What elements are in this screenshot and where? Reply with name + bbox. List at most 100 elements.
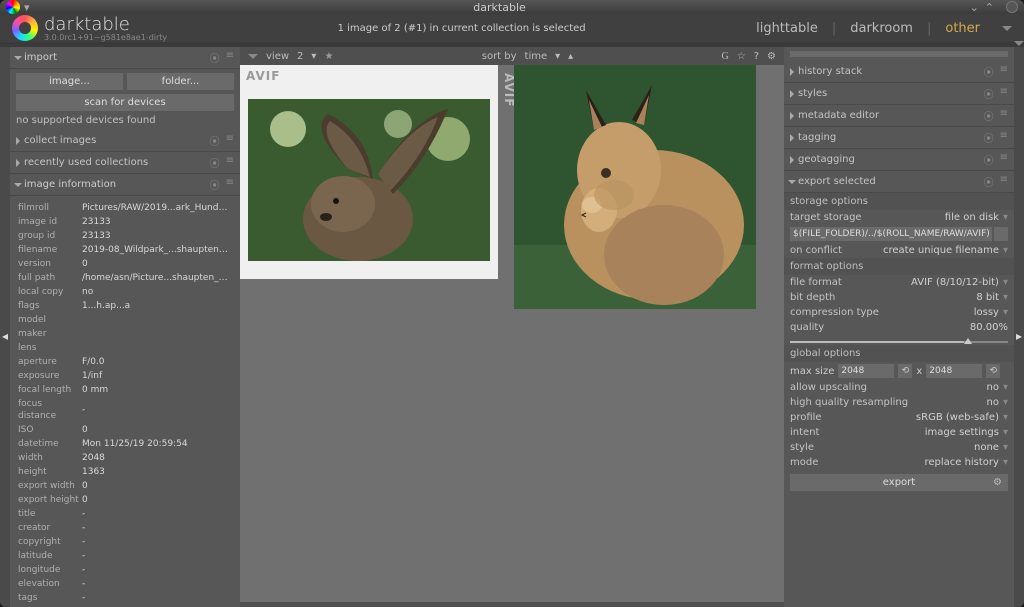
menu-icon[interactable]: ≡ [1000, 130, 1008, 145]
target-storage-row[interactable]: target storage file on disk ▾ [784, 210, 1014, 225]
style-row[interactable]: stylenone▾ [784, 440, 1014, 455]
dropdown-icon[interactable]: ▾ [555, 51, 560, 62]
info-key: elevation [18, 578, 80, 590]
section-history-stack[interactable]: history stack⦿≡ [784, 61, 1014, 83]
info-key: flags [18, 300, 80, 312]
menu-icon[interactable]: ≡ [1000, 174, 1008, 189]
menu-icon[interactable]: ≡ [1000, 64, 1008, 79]
section-export-selected[interactable]: export selected⦿≡ [784, 171, 1014, 193]
tab-lighttable[interactable]: lighttable [756, 21, 818, 36]
import-image-button[interactable]: image... [16, 73, 123, 90]
dropdown-icon: ▾ [1003, 245, 1008, 256]
file-format-row[interactable]: file format AVIF (8/10/12-bit) ▾ [784, 275, 1014, 290]
tab-dropdown-icon[interactable] [1002, 26, 1012, 31]
info-key: longitude [18, 564, 80, 576]
group-icon[interactable]: G [722, 51, 729, 62]
left-edge[interactable]: ◂ [0, 47, 10, 607]
info-val: 23133 [82, 216, 232, 228]
tab-other[interactable]: other [945, 21, 980, 36]
scan-devices-button[interactable]: scan for devices [16, 94, 234, 111]
menu-icon[interactable]: ≡ [1000, 108, 1008, 123]
export-button[interactable]: export ⚙ [790, 474, 1008, 491]
section-geotagging[interactable]: geotagging⦿≡ [784, 149, 1014, 171]
help-icon[interactable]: ? [754, 51, 759, 62]
view-value[interactable]: 2 [297, 51, 303, 62]
reset-icon[interactable]: ⦿ [984, 174, 994, 189]
section-import[interactable]: import ⦿≡ [10, 47, 240, 69]
info-key: title [18, 508, 80, 520]
caret-icon [790, 68, 794, 76]
bit-depth-row[interactable]: bit depth 8 bit ▾ [784, 290, 1014, 305]
info-val: /home/asn/Picture...shaupten_0001.avif [82, 272, 232, 284]
section-tagging[interactable]: tagging⦿≡ [784, 127, 1014, 149]
hq-resampling-row[interactable]: high quality resamplingno▾ [784, 395, 1014, 410]
tab-darkroom[interactable]: darkroom [850, 21, 913, 36]
close-icon[interactable] [1006, 1, 1018, 13]
quality-slider[interactable] [784, 335, 1014, 345]
menu-icon[interactable]: ≡ [226, 155, 234, 170]
section-collect[interactable]: collect images ⦿≡ [10, 130, 240, 152]
reset-icon[interactable]: ⦿ [984, 108, 994, 123]
import-folder-button[interactable]: folder... [127, 73, 234, 90]
sort-direction-icon[interactable]: ▴ [568, 51, 573, 62]
reset-icon[interactable]: ⦿ [210, 155, 220, 170]
profile-row[interactable]: profilesRGB (web-safe)▾ [784, 410, 1014, 425]
upscaling-row[interactable]: allow upscalingno▾ [784, 380, 1014, 395]
info-val: - [82, 578, 232, 590]
panel-collapse-top-icon[interactable] [1014, 41, 1024, 46]
storage-options-header: storage options [784, 193, 1014, 210]
gear-icon[interactable]: ⚙ [993, 477, 1002, 488]
section-recent[interactable]: recently used collections ⦿≡ [10, 152, 240, 174]
target-storage-value: file on disk [945, 212, 999, 223]
section-label: metadata editor [798, 110, 879, 121]
menu-icon[interactable]: ≡ [1000, 86, 1008, 101]
menu-icon[interactable]: ≡ [226, 177, 234, 192]
browse-button[interactable] [994, 227, 1008, 241]
dropdown-icon: ▾ [1003, 397, 1008, 408]
max-height-input[interactable] [926, 364, 982, 378]
section-image-info[interactable]: image information ⦿≡ [10, 174, 240, 196]
mode-row[interactable]: modereplace history▾ [784, 455, 1014, 470]
max-width-input[interactable] [838, 364, 894, 378]
quality-label: quality [790, 322, 824, 333]
conflict-row[interactable]: on conflict create unique filename ▾ [784, 243, 1014, 258]
menu-icon[interactable]: ≡ [226, 133, 234, 148]
menu-icon[interactable]: ≡ [226, 50, 234, 65]
section-metadata-editor[interactable]: metadata editor ⦿ ≡ [784, 105, 1014, 127]
minimize-icon[interactable]: ⌄ [970, 1, 979, 14]
reset-icon[interactable]: ⦿ [984, 86, 994, 101]
reset-icon[interactable]: ⦿ [984, 64, 994, 79]
thumbnail[interactable]: AVIF [498, 65, 756, 309]
gear-icon[interactable]: ⚙ [767, 51, 776, 62]
star-icon[interactable]: ☆ [737, 51, 746, 62]
right-panel: history stack⦿≡styles⦿≡metadata editor⦿≡… [784, 47, 1014, 607]
export-path-input[interactable] [790, 227, 992, 241]
sort-value[interactable]: time [525, 51, 548, 62]
right-edge[interactable]: ▸ [1014, 47, 1024, 607]
reset-icon[interactable]: ⦿ [210, 177, 220, 192]
compression-row[interactable]: compression type lossy ▾ [784, 305, 1014, 320]
reset-icon[interactable]: ⦿ [984, 130, 994, 145]
reset-icon[interactable]: ⦿ [210, 50, 220, 65]
caret-icon [14, 183, 22, 187]
thumbnail-grid[interactable]: AVIF [240, 65, 784, 602]
caret-icon [790, 112, 794, 120]
info-key: export height [18, 494, 80, 506]
reset-width-button[interactable]: ⟲ [898, 364, 912, 378]
info-row: datetimeMon 11/25/19 20:59:54 [18, 438, 232, 450]
maximize-icon[interactable]: ⌃ [985, 1, 994, 14]
info-key: version [18, 258, 80, 270]
section-styles[interactable]: styles⦿≡ [784, 83, 1014, 105]
dropdown-icon[interactable]: ▾ [311, 51, 316, 62]
collapse-icon[interactable] [248, 54, 258, 59]
style-label: style [790, 442, 814, 453]
reset-icon[interactable]: ⦿ [984, 152, 994, 167]
thumbnail[interactable]: AVIF [240, 65, 498, 279]
info-row: filmrollPictures/RAW/2019...ark_Hundshau… [18, 202, 232, 214]
star-icon[interactable]: ★ [324, 51, 333, 62]
menu-icon[interactable]: ≡ [1000, 152, 1008, 167]
caret-icon [14, 56, 22, 60]
intent-row[interactable]: intentimage settings▾ [784, 425, 1014, 440]
reset-height-button[interactable]: ⟲ [986, 364, 1000, 378]
reset-icon[interactable]: ⦿ [210, 133, 220, 148]
